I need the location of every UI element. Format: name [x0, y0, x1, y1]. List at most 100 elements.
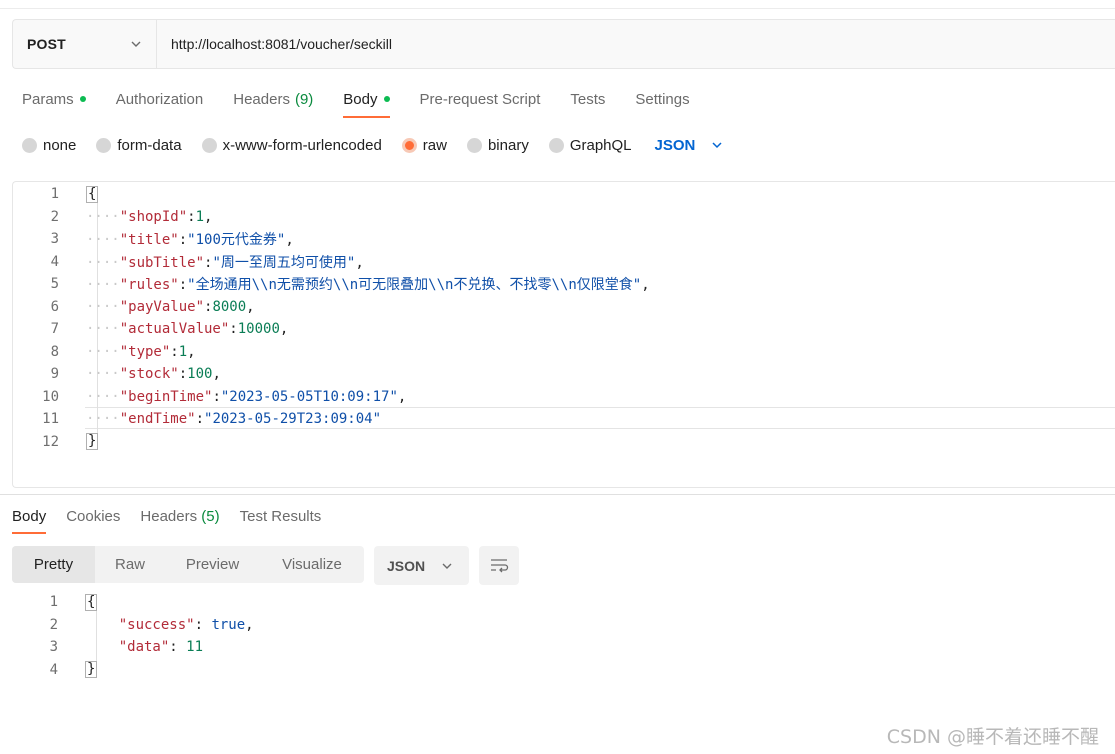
json-value: 100	[187, 366, 213, 382]
view-visualize[interactable]: Visualize	[260, 546, 364, 583]
response-tab-label: Test Results	[239, 507, 322, 525]
code-line: 4 ····"subTitle":"周一至周五均可使用",	[13, 251, 1115, 273]
code-line: 1{	[13, 183, 1115, 205]
json-key: "endTime"	[119, 411, 196, 427]
colon: :	[212, 388, 221, 405]
code-text: ····"beginTime":"2023-05-05T10:09:17",	[86, 389, 406, 405]
body-type-binary[interactable]: binary	[466, 136, 529, 154]
wrap-lines-icon	[491, 558, 509, 572]
code-line: 3 ····"title":"100元代金券",	[13, 228, 1115, 250]
tab-body[interactable]: Body	[343, 88, 390, 118]
request-bar: POST http://localhost:8081/voucher/secki…	[12, 19, 1115, 69]
code-line: 7 ····"actualValue":10000,	[13, 318, 1115, 340]
code-text: ····"endTime":"2023-05-29T23:09:04"	[86, 411, 381, 427]
status-dot-icon	[383, 96, 390, 102]
comma: ,	[641, 277, 650, 293]
chevron-down-icon	[442, 563, 452, 569]
response-tab-label: Body	[12, 507, 47, 525]
code-line: 11 ····"endTime":"2023-05-29T23:09:04"	[13, 408, 1115, 430]
colon: :	[229, 321, 238, 337]
tab-tests[interactable]: Tests	[570, 88, 605, 110]
tab-label: Body	[343, 90, 378, 108]
url-input[interactable]: http://localhost:8081/voucher/seckill	[157, 20, 1115, 68]
radio-icon	[401, 137, 417, 153]
json-value: "周一至周五均可使用"	[212, 254, 356, 271]
body-type-raw[interactable]: raw	[401, 137, 447, 154]
status-dot-icon	[79, 96, 86, 102]
code-line: 6 ····"payValue":8000,	[13, 296, 1115, 318]
json-value: "全场通用\\n无需预约\\n可无限叠加\\n不兑换、不找零\\n仅限堂食"	[187, 277, 642, 293]
json-value: 1	[178, 343, 188, 360]
indent: ····	[86, 343, 120, 360]
line-number: 9	[50, 366, 59, 382]
tab-authorization[interactable]: Authorization	[116, 88, 204, 110]
body-type-options: none form-data x-www-form-urlencoded raw bin…	[22, 134, 723, 156]
comma: ,	[245, 616, 254, 633]
response-language-label: JSON	[387, 557, 426, 574]
body-type-form-data[interactable]: form-data	[96, 137, 182, 154]
json-value: "2023-05-29T23:09:04"	[204, 411, 382, 427]
json-key: "success"	[118, 616, 195, 633]
response-tab-test-results[interactable]: Test Results	[240, 508, 322, 525]
response-tab-headers[interactable]: Headers (5)	[140, 508, 219, 525]
indent: ····	[86, 208, 120, 225]
view-preview[interactable]: Preview	[165, 546, 260, 583]
tab-params[interactable]: Params	[22, 88, 86, 110]
open-brace: {	[86, 185, 99, 203]
tab-label: Settings	[635, 90, 690, 108]
chevron-down-icon	[131, 41, 141, 47]
code-line: 3 "data": 11	[12, 636, 1115, 658]
tab-pre-request-script[interactable]: Pre-request Script	[420, 88, 541, 110]
body-type-label: x-www-form-urlencoded	[222, 136, 382, 154]
code-text: ····"type":1,	[86, 344, 196, 360]
view-raw[interactable]: Raw	[95, 546, 165, 583]
line-number: 10	[42, 388, 59, 405]
colon: :	[195, 411, 205, 427]
response-tab-body[interactable]: Body	[12, 507, 47, 534]
code-line: 9 ····"stock":100,	[13, 363, 1115, 385]
json-value: 1	[195, 208, 205, 225]
body-type-x-www-form-urlencoded[interactable]: x-www-form-urlencoded	[201, 136, 382, 154]
tab-headers[interactable]: Headers (9)	[233, 88, 313, 110]
method-label: POST	[27, 36, 66, 52]
body-language-select[interactable]: JSON	[655, 137, 724, 154]
pane-divider[interactable]	[0, 494, 1115, 495]
comma: ,	[279, 321, 289, 337]
response-tab-cookies[interactable]: Cookies	[66, 508, 120, 525]
json-key: "payValue"	[119, 298, 205, 315]
tab-settings[interactable]: Settings	[635, 88, 689, 110]
json-value: 8000	[212, 298, 247, 315]
response-language-select[interactable]: JSON	[374, 546, 469, 585]
indent: ····	[86, 298, 120, 315]
tab-count: (9)	[294, 90, 314, 108]
comma: ,	[187, 343, 196, 360]
json-key: "shopId"	[119, 208, 188, 225]
json-key: "stock"	[119, 366, 179, 382]
body-language-label: JSON	[654, 136, 696, 154]
tab-label: Authorization	[115, 90, 204, 108]
colon: :	[169, 639, 187, 655]
indent: ····	[86, 366, 120, 382]
line-number: 11	[42, 411, 59, 427]
radio-icon	[201, 137, 217, 153]
line-number: 12	[42, 433, 59, 450]
body-type-label: binary	[487, 136, 529, 154]
response-tab-label: Headers	[140, 507, 198, 525]
tab-label: Headers	[233, 90, 290, 108]
body-type-graphql[interactable]: GraphQL	[548, 137, 632, 154]
wrap-lines-button[interactable]	[479, 546, 519, 585]
view-pretty[interactable]: Pretty	[12, 546, 95, 583]
tab-label: Params	[22, 90, 74, 108]
code-text: ····"stock":100,	[86, 366, 221, 382]
request-body-editor[interactable]: 1{2 ····"shopId":1, 3 ····"title":"100元代金券"…	[12, 181, 1115, 488]
response-view-switcher: Pretty Raw Preview Visualize	[12, 546, 364, 583]
json-value: 11	[186, 639, 204, 655]
method-select[interactable]: POST	[13, 20, 157, 68]
body-type-none[interactable]: none	[22, 137, 76, 154]
tab-label: Tests	[570, 90, 606, 108]
code-line: 10 ····"beginTime":"2023-05-05T10:09:17",	[13, 386, 1115, 408]
code-text: ····"title":"100元代金券",	[86, 229, 294, 249]
response-tabs: Body Cookies Headers (5) Test Results	[12, 505, 341, 534]
code-line: 4}	[12, 659, 1115, 681]
